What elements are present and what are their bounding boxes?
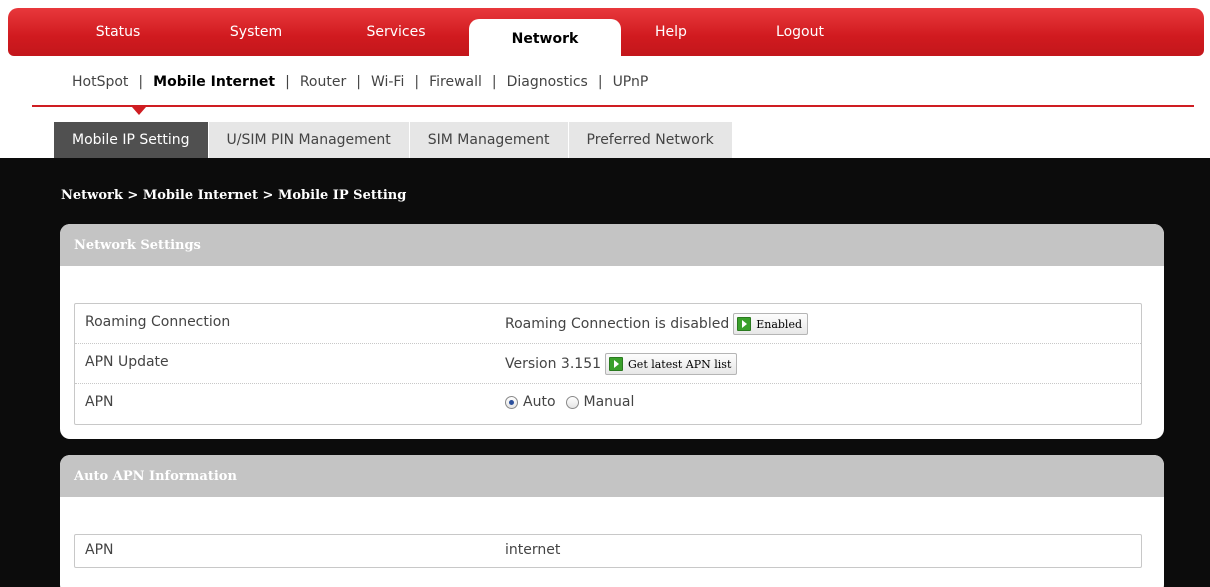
apn-label: APN [85, 394, 114, 410]
apn-update-label: APN Update [85, 354, 169, 370]
subnav-firewall[interactable]: Firewall [429, 74, 482, 90]
enable-roaming-button[interactable]: Enabled [733, 313, 809, 335]
apn-auto-label: Auto [523, 394, 556, 410]
tab-mobile-ip-setting[interactable]: Mobile IP Setting [54, 122, 209, 158]
sub-navigation: HotSpot | Mobile Internet | Router | Wi-Fi | Fir… [72, 74, 648, 90]
enable-roaming-button-label: Enabled [756, 317, 803, 331]
panel-title: Network Settings [60, 224, 1164, 266]
topnav-network[interactable]: Network [469, 19, 621, 56]
get-latest-apn-button[interactable]: Get latest APN list [605, 353, 738, 375]
subnav-separator: | [285, 74, 290, 90]
auto-apn-table: APN internet [74, 534, 1142, 568]
play-icon [609, 357, 624, 371]
subnav-hotspot[interactable]: HotSpot [72, 74, 128, 90]
topnav-logout[interactable]: Logout [760, 8, 840, 56]
apn-version-text: Version 3.151 [505, 356, 602, 372]
topnav-services[interactable]: Services [346, 8, 446, 56]
content-area: Network > Mobile Internet > Mobile IP Se… [0, 158, 1210, 587]
tab-sim-management[interactable]: SIM Management [409, 122, 569, 158]
auto-apn-label: APN [85, 542, 114, 558]
table-row: APN Update Version 3.151 Get latest APN … [75, 344, 1141, 384]
network-settings-table: Roaming Connection Roaming Connection is… [74, 303, 1142, 425]
subnav-wifi[interactable]: Wi-Fi [371, 74, 404, 90]
table-row: Roaming Connection Roaming Connection is… [75, 304, 1141, 344]
subnav-mobile-internet[interactable]: Mobile Internet [153, 74, 275, 90]
subnav-router[interactable]: Router [300, 74, 346, 90]
apn-manual-label: Manual [583, 394, 635, 410]
active-arrow-icon [132, 107, 146, 115]
topnav-system[interactable]: System [213, 8, 299, 56]
breadcrumb: Network > Mobile Internet > Mobile IP Se… [61, 188, 407, 203]
table-row: APN Auto Manual [75, 384, 1141, 424]
subnav-separator: | [356, 74, 361, 90]
panel-title: Auto APN Information [60, 455, 1164, 497]
subnav-separator: | [597, 74, 603, 90]
topnav-status[interactable]: Status [78, 8, 158, 56]
roaming-connection-value: Roaming Connection is disabled Enabled [505, 313, 809, 335]
apn-manual-radio[interactable] [565, 395, 579, 409]
auto-apn-information-panel: Auto APN Information APN internet [60, 455, 1164, 587]
apn-auto-radio[interactable] [505, 395, 518, 409]
get-latest-apn-button-label: Get latest APN list [628, 357, 732, 371]
subnav-divider [32, 105, 1194, 107]
apn-update-value: Version 3.151 Get latest APN list [505, 353, 738, 375]
tab-preferred-network[interactable]: Preferred Network [568, 122, 733, 158]
tab-usim-pin-management[interactable]: U/SIM PIN Management [208, 122, 410, 158]
top-navigation-bar: Status System Services Network Help Logo… [8, 8, 1204, 56]
topnav-help[interactable]: Help [641, 8, 701, 56]
apn-mode-options: Auto Manual [505, 394, 644, 410]
auto-apn-value: internet [505, 542, 561, 558]
table-row: APN internet [75, 535, 1141, 567]
subnav-separator: | [491, 74, 497, 90]
subnav-separator: | [138, 74, 144, 90]
subnav-diagnostics[interactable]: Diagnostics [507, 74, 588, 90]
play-icon [737, 317, 752, 331]
roaming-connection-label: Roaming Connection [85, 314, 231, 330]
roaming-status-text: Roaming Connection is disabled [505, 316, 730, 332]
network-settings-panel: Network Settings Roaming Connection Roam… [60, 224, 1164, 439]
page-tabs: Mobile IP Setting U/SIM PIN Management S… [54, 122, 733, 158]
subnav-upnp[interactable]: UPnP [613, 74, 649, 90]
subnav-separator: | [414, 74, 420, 90]
